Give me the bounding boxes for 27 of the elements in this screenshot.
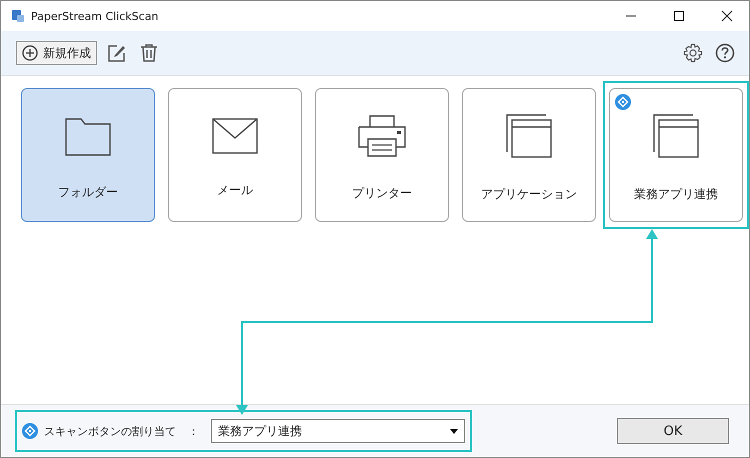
separator-colon: ： <box>188 424 199 438</box>
settings-icon[interactable] <box>683 43 703 63</box>
printer-icon <box>358 114 406 156</box>
edit-icon[interactable] <box>107 43 127 63</box>
destination-tile[interactable]: アプリケーション <box>462 88 596 222</box>
destination-tile[interactable]: メール <box>168 88 302 222</box>
ok-button[interactable]: OK <box>617 418 729 444</box>
scanner-app-icon <box>11 9 25 23</box>
windows-icon <box>653 114 699 158</box>
folder-icon <box>65 116 111 156</box>
help-icon[interactable] <box>715 43 735 63</box>
close-icon[interactable] <box>721 10 733 22</box>
window-title: PaperStream ClickScan <box>31 10 158 22</box>
badge-icon <box>615 94 631 110</box>
add-icon <box>22 45 38 61</box>
new-button[interactable]: 新規作成 <box>16 41 97 65</box>
destination-tile[interactable]: プリンター <box>315 88 449 222</box>
windows-icon <box>506 114 552 158</box>
envelope-icon <box>212 118 258 154</box>
assignment-dropdown[interactable]: 業務アプリ連携 <box>211 419 465 443</box>
assignment-label: スキャンボタンの割り当て <box>44 424 176 438</box>
destination-tile[interactable]: 業務アプリ連携 <box>609 88 743 222</box>
destination-tile[interactable]: フォルダー <box>21 88 155 222</box>
maximize-icon[interactable] <box>673 10 685 22</box>
badge-icon <box>22 423 38 439</box>
trash-icon[interactable] <box>139 43 159 63</box>
caret-icon <box>450 428 458 434</box>
